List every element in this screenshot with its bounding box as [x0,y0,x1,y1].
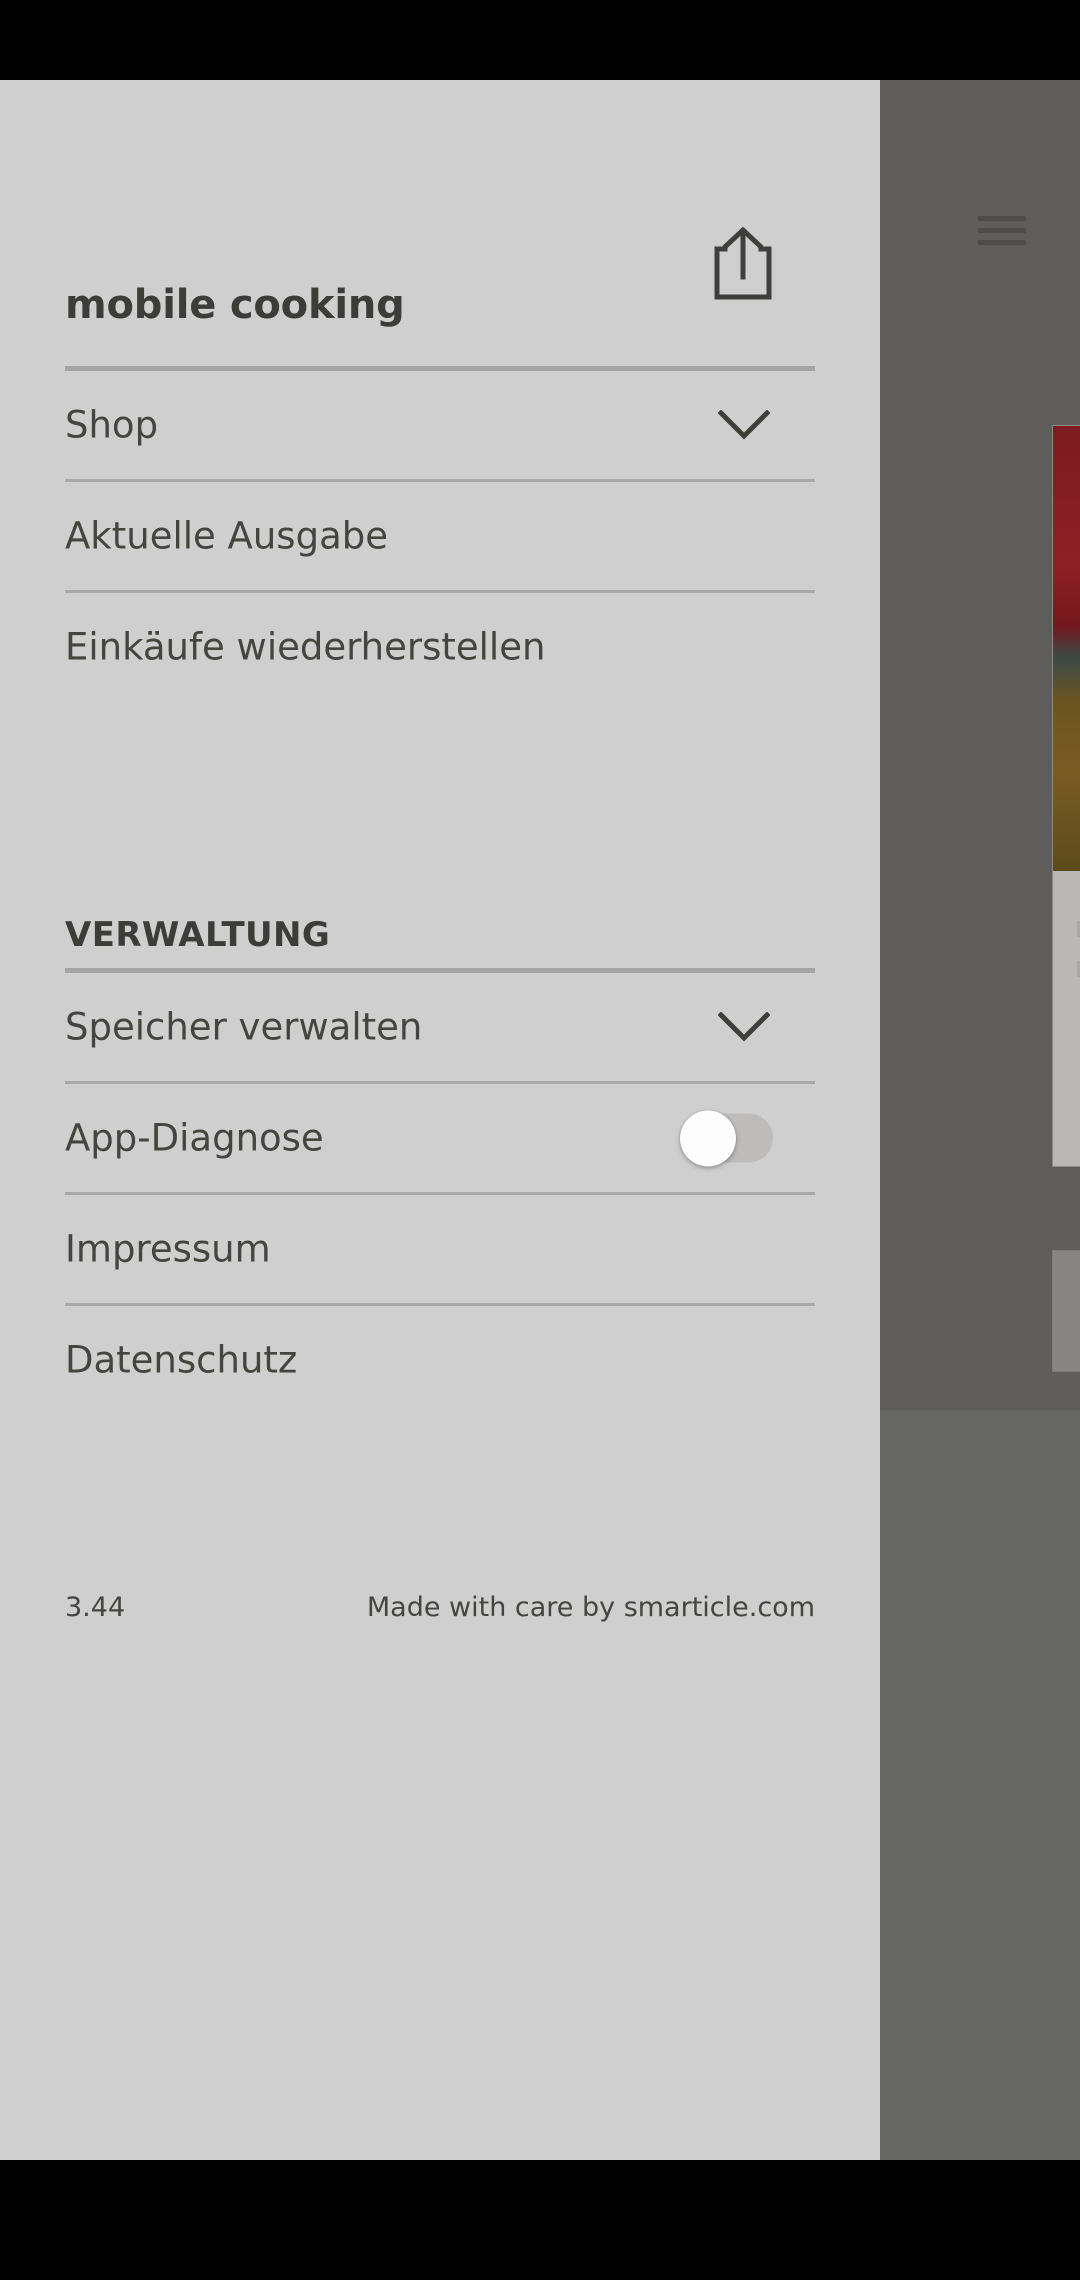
hamburger-bar [978,216,1026,221]
toggle-knob [680,1110,736,1167]
app-diagnose-toggle[interactable] [680,1110,773,1167]
drawer-item-label: Shop [65,403,159,447]
chevron-down-icon[interactable] [717,409,771,440]
drawer-item-label: Einkäufe wiederherstellen [65,625,546,669]
drawer-item-speicher-verwalten[interactable]: Speicher verwalten [65,973,815,1081]
section-header-verwaltung: VERWALTUNG [65,915,331,955]
content-card[interactable] [1052,1250,1080,1372]
navigation-drawer: mobile cooking Shop Aktuelle Ausgabe Ein… [0,80,880,2160]
drawer-item-aktuelle-ausgabe[interactable]: Aktuelle Ausgabe [65,482,815,590]
drawer-item-label: Aktuelle Ausgabe [65,514,388,558]
drawer-item-label: Speicher verwalten [65,1005,423,1049]
phone-screen: mobile cooking Shop Aktuelle Ausgabe Ein… [0,0,1080,2280]
system-navigation-bar [0,2160,1080,2280]
chevron-down-icon[interactable] [717,1011,771,1042]
page-title: mobile cooking [65,282,405,328]
drawer-item-app-diagnose[interactable]: App-Diagnose [65,1084,815,1192]
drawer-item-einkaeufe-wiederherstellen[interactable]: Einkäufe wiederherstellen [65,593,815,701]
drawer-item-label: Datenschutz [65,1338,298,1382]
hamburger-bar [978,228,1026,233]
drawer-footer: 3.44 Made with care by smarticle.com [65,1592,815,1632]
hamburger-menu-icon[interactable] [978,216,1026,246]
recipe-photo [1053,426,1080,871]
drawer-item-impressum[interactable]: Impressum [65,1195,815,1303]
drawer-item-shop[interactable]: Shop [65,371,815,479]
drawer-item-label: Impressum [65,1227,271,1271]
drawer-item-datenschutz[interactable]: Datenschutz [65,1306,815,1414]
hamburger-bar [978,240,1026,245]
status-bar [0,0,1080,80]
drawer-item-label: App-Diagnose [65,1116,324,1160]
app-version: 3.44 [65,1592,126,1623]
drawer-header: mobile cooking [65,215,815,350]
share-icon[interactable] [713,225,773,303]
content-card[interactable] [1052,425,1080,1167]
credit-text: Made with care by smarticle.com [366,1592,815,1623]
